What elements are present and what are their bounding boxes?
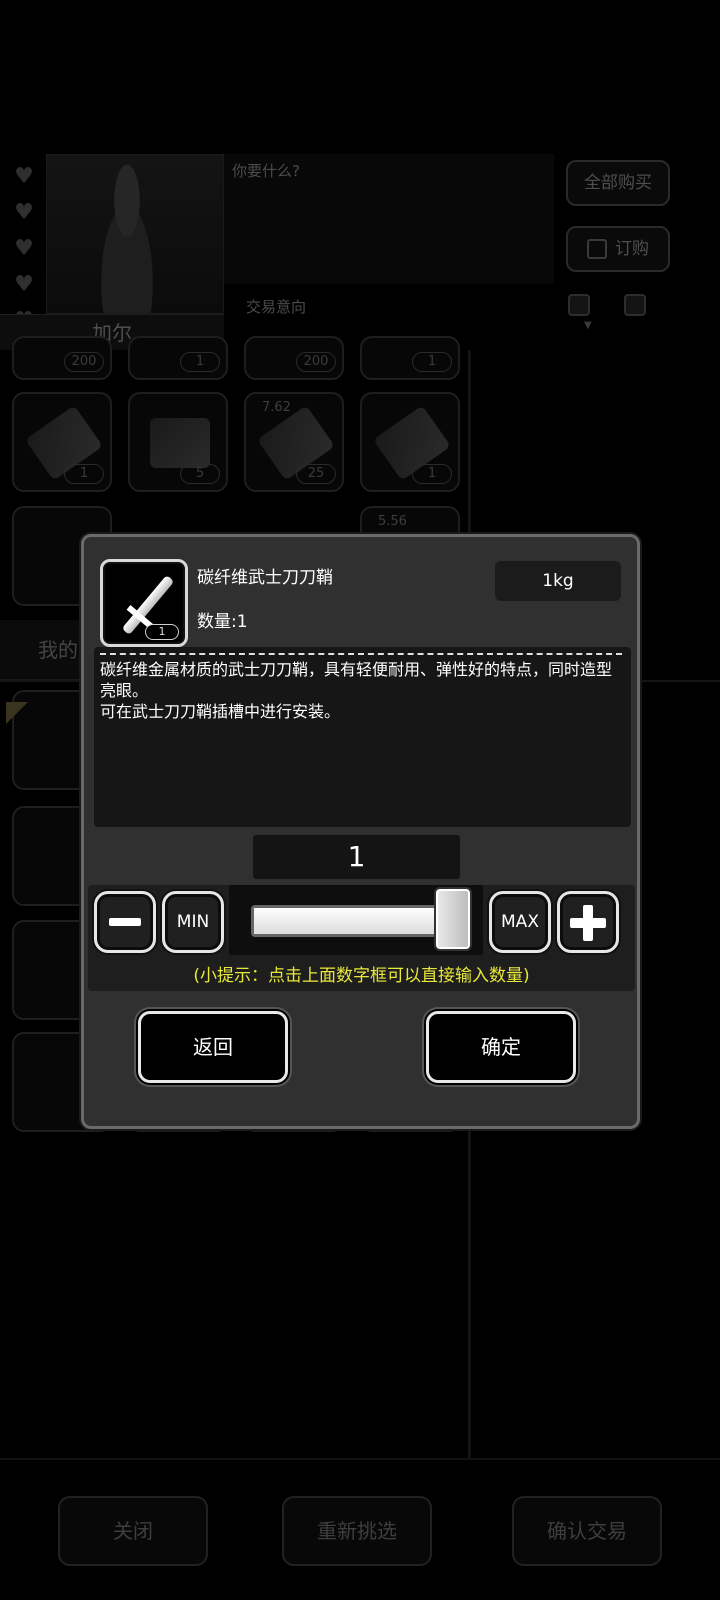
slot-count: 1: [180, 352, 220, 372]
ok-button[interactable]: 确定: [426, 1011, 576, 1083]
heart-icon: ♥: [14, 164, 34, 189]
npc-dialog-text: 你要什么?: [232, 162, 300, 180]
back-button[interactable]: 返回: [138, 1011, 288, 1083]
plus-icon-vertical: [583, 905, 593, 941]
mood-face-icon: [624, 294, 646, 316]
heart-icon: ♥: [14, 200, 34, 225]
item-thumbnail: 1: [100, 559, 188, 647]
inventory-slot[interactable]: 1: [360, 336, 460, 380]
item-name: 碳纤维武士刀刀鞘: [197, 568, 333, 588]
mood-face-icon: [568, 294, 590, 316]
buy-all-button[interactable]: 全部购买: [566, 160, 670, 206]
quantity-input[interactable]: 1: [253, 835, 460, 879]
dashed-divider: [100, 653, 622, 655]
slot-count: 1: [412, 352, 452, 372]
slot-count: 200: [296, 352, 336, 372]
quantity-controls: MIN MAX (小提示：点击上面数字框可以直接输入数量): [88, 885, 635, 991]
slot-count: 1: [64, 464, 104, 484]
bottom-action-bar: 关闭 重新挑选 确认交易: [0, 1458, 720, 1600]
slider-track[interactable]: [251, 905, 451, 937]
inventory-slot[interactable]: 200: [244, 336, 344, 380]
heart-icon: ♥: [14, 236, 34, 261]
inventory-slot[interactable]: 1: [360, 392, 460, 492]
inventory-slot[interactable]: 200: [12, 336, 112, 380]
slider-handle[interactable]: [436, 889, 470, 949]
increase-button[interactable]: [557, 891, 619, 953]
slot-count: 1: [412, 464, 452, 484]
thumbnail-count: 1: [145, 624, 179, 640]
order-button[interactable]: 订购: [566, 226, 670, 272]
npc-dialog: 你要什么?: [224, 154, 554, 284]
slot-caliber-label: 5.56: [378, 514, 407, 529]
mood-pointer-icon: ▼: [584, 320, 592, 331]
my-inventory-tab[interactable]: 我的: [0, 620, 90, 680]
slot-caliber-label: 7.62: [262, 400, 291, 415]
heart-icon: ♥: [14, 272, 34, 297]
quantity-slider[interactable]: [229, 885, 483, 955]
order-label: 订购: [615, 239, 649, 259]
order-icon: [587, 239, 607, 259]
quantity-dialog: 1 碳纤维武士刀刀鞘 数量:1 1kg 碳纤维金属材质的武士刀刀鞘，具有轻便耐用…: [81, 534, 640, 1129]
item-weight: 1kg: [495, 561, 621, 601]
slider-fill: [254, 908, 448, 934]
reselect-button[interactable]: 重新挑选: [282, 1496, 432, 1566]
inventory-slot[interactable]: 1: [12, 392, 112, 492]
decrease-button[interactable]: [94, 891, 156, 953]
npc-portrait: [46, 154, 224, 314]
item-description-box: 碳纤维金属材质的武士刀刀鞘，具有轻便耐用、弹性好的特点，同时造型亮眼。 可在武士…: [94, 647, 631, 827]
inventory-slot[interactable]: 1: [128, 336, 228, 380]
slot-count: 5: [180, 464, 220, 484]
close-button[interactable]: 关闭: [58, 1496, 208, 1566]
slot-count: 25: [296, 464, 336, 484]
buy-all-label: 全部购买: [584, 173, 652, 193]
item-quantity: 数量:1: [197, 612, 248, 632]
slot-count: 200: [64, 352, 104, 372]
input-hint: (小提示：点击上面数字框可以直接输入数量): [193, 966, 530, 986]
inventory-slot[interactable]: 5: [128, 392, 228, 492]
item-description: 碳纤维金属材质的武士刀刀鞘，具有轻便耐用、弹性好的特点，同时造型亮眼。 可在武士…: [100, 660, 613, 721]
trade-intent-label: 交易意向: [246, 298, 307, 316]
minus-icon: [109, 918, 141, 926]
soldier-portrait-image: [87, 163, 167, 313]
min-button[interactable]: MIN: [162, 891, 224, 953]
item-icon: [150, 418, 210, 468]
confirm-trade-button[interactable]: 确认交易: [512, 1496, 662, 1566]
inventory-slot[interactable]: 7.62 25: [244, 392, 344, 492]
max-button[interactable]: MAX: [489, 891, 551, 953]
